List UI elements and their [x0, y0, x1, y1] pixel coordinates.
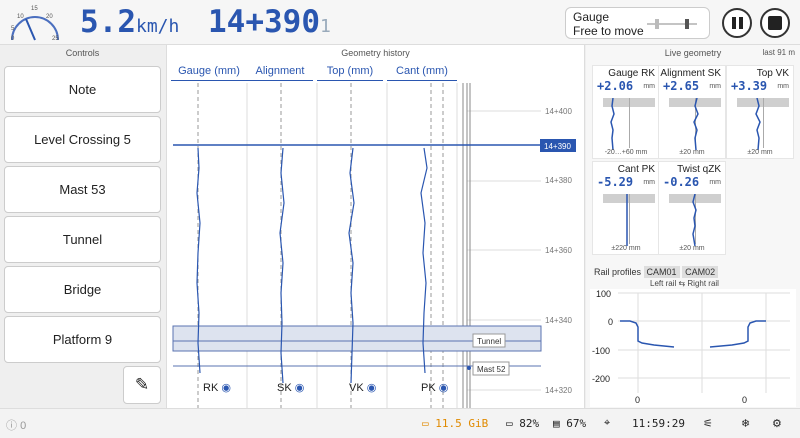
gauge-card-qzk[interactable]: Twist qZK -0.26 mm ±20 mm: [658, 161, 726, 255]
gear-icon[interactable]: ⚙: [772, 417, 782, 430]
km-mark: 14+320: [545, 386, 572, 395]
event-mast: Mast 52: [477, 365, 506, 374]
gauge-card-sk[interactable]: Alignment SK +2.65 mm ±20 mm: [658, 65, 726, 159]
gauge-trace: [610, 98, 615, 150]
gps-icon[interactable]: ⌖: [604, 417, 610, 430]
speed-readout: 5.2km/h: [80, 4, 180, 40]
slider-icon: [647, 19, 697, 29]
gauge-card-pk[interactable]: Cant PK -5.29 mm ±220 mm: [592, 161, 660, 255]
top-bar: 10 15 20 5 0 25 5.2km/h 14+3901 Gauge Fr…: [0, 0, 800, 45]
mode-selector[interactable]: Gauge Free to move: [565, 7, 710, 39]
xtick: 0: [635, 395, 640, 405]
ytick: 0: [608, 317, 613, 327]
toggle-vk[interactable]: VK ◉: [349, 381, 376, 394]
clock: 11:59:29: [632, 417, 685, 430]
gauge-trace: [692, 194, 697, 246]
bridge-button[interactable]: Bridge: [4, 266, 161, 313]
gauge-trace: [693, 98, 699, 150]
ytick: -200: [592, 374, 610, 384]
alert-count: ⓘ 0: [6, 420, 27, 432]
ytick: -100: [592, 346, 610, 356]
ytick: 100: [596, 289, 611, 299]
km-mark: 14+400: [545, 107, 572, 116]
toggle-pk[interactable]: PK ◉: [421, 381, 448, 394]
xtick: 0: [742, 395, 747, 405]
column-alignment[interactable]: Alignment: [247, 65, 313, 81]
sliders-icon[interactable]: ⚟: [703, 417, 713, 430]
history-title: Geometry history: [341, 48, 410, 58]
rail-profile-plot: 100 0 -100 -200 0 0: [590, 289, 796, 407]
gauge-trace: [755, 98, 761, 150]
status-bar: ⓘ 0 ▭ 11.5 GiB ▭ 82% ▤ 67% ⌖ 11:59:29 ⚟ …: [0, 408, 800, 438]
controls-title: Controls: [65, 48, 100, 58]
history-plot: 14+400 14+390 14+380 14+360 14+340 14+32…: [172, 83, 576, 408]
toggle-sk[interactable]: SK ◉: [277, 381, 304, 394]
mast-button[interactable]: Mast 53: [4, 166, 161, 213]
pause-button[interactable]: [722, 8, 752, 38]
column-gauge[interactable]: Gauge (mm): [171, 65, 247, 81]
note-button[interactable]: Note: [4, 66, 161, 113]
event-tunnel: Tunnel: [477, 337, 501, 346]
gauge-tick: 15: [31, 6, 38, 12]
level-crossing-button[interactable]: Level Crossing 5: [4, 116, 161, 163]
disk-usage: ▤ 67%: [553, 417, 587, 430]
geometry-history-panel: Geometry history Gauge (mm) Alignment To…: [166, 45, 585, 408]
rail-profiles-tabs: Rail profiles CAM01 CAM02: [594, 266, 719, 278]
toggle-rk[interactable]: RK ◉: [203, 381, 231, 394]
column-top[interactable]: Top (mm): [317, 65, 383, 81]
gauge-tick: 25: [52, 36, 59, 42]
gauge-tick: 20: [46, 14, 53, 20]
memory-usage: ▭ 11.5 GiB: [422, 417, 489, 430]
snowflake-icon[interactable]: ❄: [741, 417, 750, 430]
speed-gauge-icon: 10 15 20 5 0 25: [11, 6, 59, 42]
km-mark: 14+360: [545, 246, 572, 255]
edit-button[interactable]: ✎: [123, 366, 161, 404]
gauge-card-rk[interactable]: Gauge RK +2.06 mm -20…+60 mm: [592, 65, 660, 159]
rail-labels: Left rail ⇆ Right rail: [650, 279, 719, 288]
pencil-icon: ✎: [134, 375, 150, 394]
tunnel-button[interactable]: Tunnel: [4, 216, 161, 263]
gauge-tick: 10: [17, 14, 24, 20]
stop-button[interactable]: [760, 8, 790, 38]
km-mark: 14+380: [545, 176, 572, 185]
battery-icon: ▭: [506, 417, 513, 430]
gauge-card-vk[interactable]: Top VK +3.39 mm ±20 mm: [726, 65, 794, 159]
live-geometry-panel: Live geometry last 91 m Gauge RK +2.06 mm -…: [586, 45, 800, 408]
live-window: last 91 m: [762, 48, 795, 57]
tab-cam01[interactable]: CAM01: [643, 266, 680, 278]
gauge-trace: [626, 194, 628, 246]
km-mark-current: 14+390: [544, 142, 571, 151]
platform-button[interactable]: Platform 9: [4, 316, 161, 363]
column-cant[interactable]: Cant (mm): [387, 65, 457, 81]
disk-icon: ▤: [553, 417, 560, 430]
tab-cam02[interactable]: CAM02: [682, 266, 719, 278]
gauge-tick: 0: [11, 36, 15, 42]
battery-level: ▭ 82%: [506, 417, 540, 430]
kilometer-readout: 14+3901: [208, 4, 331, 40]
km-mark: 14+340: [545, 316, 572, 325]
